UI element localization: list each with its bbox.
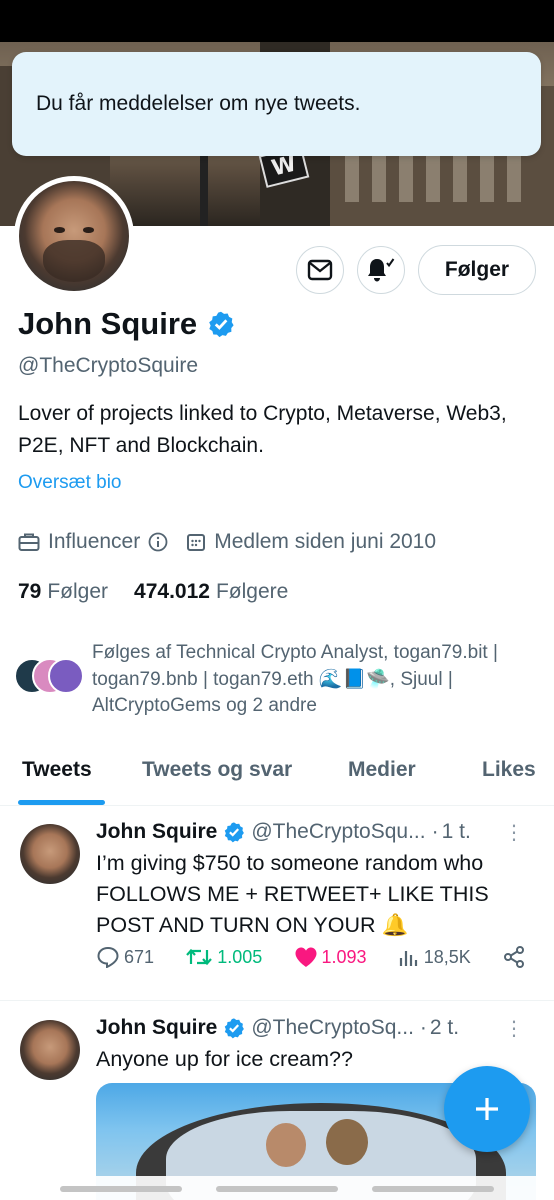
like-button[interactable]: 1.093 <box>294 946 367 968</box>
heart-icon <box>295 947 316 967</box>
followed-by[interactable]: Følges af Technical Crypto Analyst, toga… <box>14 640 542 720</box>
tweet[interactable]: John Squire @TheCryptoSqu... · 1 t. ⋮ I’… <box>0 820 554 990</box>
active-tab-indicator <box>18 800 105 805</box>
views-button[interactable]: 18,5K <box>398 946 471 968</box>
tweet-author-handle: @TheCryptoSqu... <box>251 820 426 843</box>
views-icon <box>399 951 417 966</box>
tweet-author-name[interactable]: John Squire <box>96 1016 217 1040</box>
retweet-button[interactable]: 1.005 <box>185 946 262 968</box>
verified-badge-icon <box>225 822 245 843</box>
system-nav-bar <box>0 1176 554 1200</box>
toast-message: Du får meddelelser om nye tweets. <box>36 92 361 115</box>
translate-bio-link[interactable]: Oversæt bio <box>18 472 121 494</box>
followed-by-text: Følges af Technical Crypto Analyst, toga… <box>92 640 542 720</box>
share-button[interactable] <box>502 945 526 969</box>
following-label: Følger <box>47 580 109 603</box>
notifications-button[interactable] <box>357 246 405 294</box>
nav-handle <box>372 1186 494 1192</box>
tweet-header: John Squire @TheCryptoSqu... · 1 t. ⋮ <box>96 820 536 844</box>
follow-stats: 79 Følger 474.012 Følgere <box>18 580 314 604</box>
profile-meta: Influencer Medlem siden juni 2010 <box>18 530 454 554</box>
tweet-separator: · <box>431 820 439 843</box>
verified-badge-icon <box>209 311 234 338</box>
followed-by-avatars <box>14 656 90 696</box>
following-count: 79 <box>18 580 42 603</box>
followed-by-line: togan79.bnb | togan79.eth 🌊📘🛸, Sjuul | <box>92 668 453 690</box>
tweet-time: 1 t. <box>441 820 471 843</box>
following-stat[interactable]: 79 Følger <box>18 580 108 604</box>
envelope-icon <box>307 259 333 281</box>
nav-handle <box>60 1186 182 1192</box>
calendar-icon <box>187 534 206 551</box>
tweet-time: 2 t. <box>429 1016 460 1039</box>
tab-tweets[interactable]: Tweets <box>22 758 92 782</box>
tweet-actions: 671 1.005 1.093 18,5K <box>96 945 526 969</box>
tweet-avatar[interactable] <box>20 1020 80 1080</box>
tab-media[interactable]: Medier <box>348 758 416 782</box>
category-label: Influencer <box>48 530 141 553</box>
join-date: Medlem siden juni 2010 <box>186 530 436 554</box>
tweet-avatar[interactable] <box>20 824 80 884</box>
more-options-icon[interactable]: ⋮ <box>504 1016 524 1041</box>
compose-tweet-button[interactable] <box>444 1066 530 1152</box>
tweet-author-handle: @TheCryptoSq... <box>251 1016 414 1039</box>
verified-badge-icon <box>225 1018 245 1039</box>
tweet-separator: · <box>419 1016 427 1039</box>
followers-label: Følgere <box>215 580 289 603</box>
retweet-count: 1.005 <box>217 946 263 967</box>
follower-avatar <box>48 658 84 694</box>
briefcase-icon <box>18 533 40 551</box>
followed-by-line: AltCryptoGems og 2 andre <box>92 695 317 716</box>
tab-tweets-and-replies[interactable]: Tweets og svar <box>142 758 292 782</box>
tweet-text: I’m giving $750 to someone random who FO… <box>96 851 489 937</box>
following-button[interactable]: Følger <box>418 245 536 295</box>
share-icon <box>504 946 524 968</box>
tweet-divider <box>0 1000 554 1001</box>
status-bar <box>0 0 554 42</box>
profile-handle: @TheCryptoSquire <box>18 354 199 377</box>
tweet-header: John Squire @TheCryptoSq... · 2 t. ⋮ <box>96 1016 536 1040</box>
profile-name-row: John Squire <box>18 306 235 342</box>
reply-count: 671 <box>124 946 155 967</box>
views-count: 18,5K <box>423 946 471 967</box>
plus-icon <box>476 1098 498 1120</box>
profile-bio: Lover of projects linked to Crypto, Meta… <box>18 402 507 457</box>
profile-avatar[interactable] <box>14 176 134 296</box>
tab-likes[interactable]: Likes <box>482 758 536 782</box>
retweet-icon <box>186 948 213 966</box>
reply-button[interactable]: 671 <box>96 946 154 968</box>
followers-count: 474.012 <box>134 580 210 603</box>
bell-icon <box>368 258 395 282</box>
profile-name: John Squire <box>18 306 198 341</box>
info-icon[interactable] <box>148 532 168 552</box>
reply-icon <box>97 946 119 968</box>
profile-category[interactable]: Influencer <box>18 530 168 554</box>
notification-toast[interactable]: Du får meddelelser om nye tweets. <box>12 52 541 156</box>
nav-handle <box>216 1186 338 1192</box>
followers-stat[interactable]: 474.012 Følgere <box>134 580 288 604</box>
profile-tabs: Tweets Tweets og svar Medier Likes <box>0 750 554 806</box>
more-options-icon[interactable]: ⋮ <box>504 820 524 845</box>
join-date-label: Medlem siden juni 2010 <box>214 530 437 553</box>
tweet-author-name[interactable]: John Squire <box>96 820 217 844</box>
followed-by-line: Følges af Technical Crypto Analyst, toga… <box>92 642 498 663</box>
like-count: 1.093 <box>321 946 367 967</box>
message-button[interactable] <box>296 246 344 294</box>
